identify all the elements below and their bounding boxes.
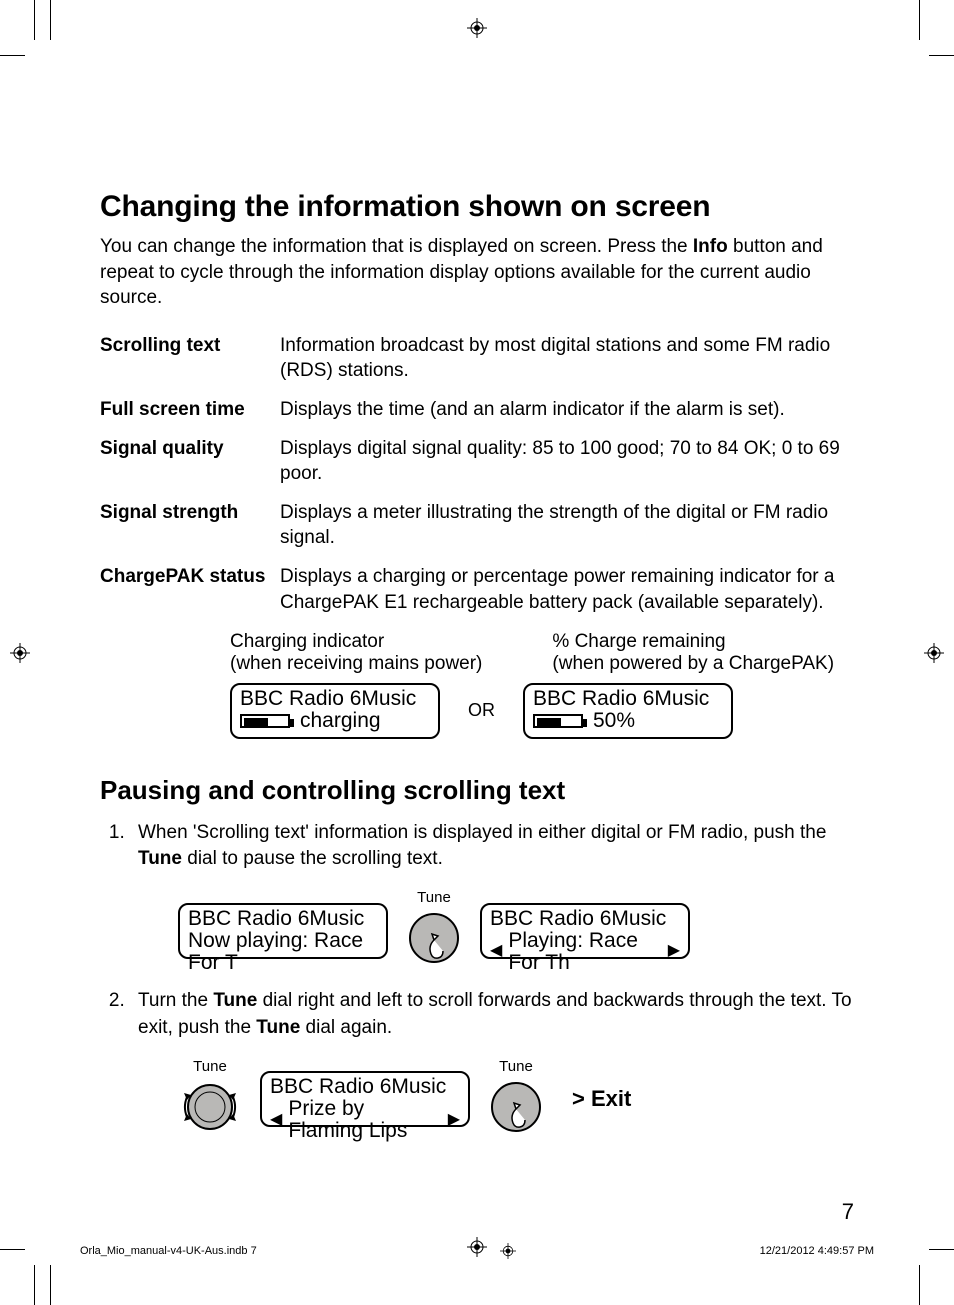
dial-label: Tune bbox=[406, 887, 462, 908]
lcd-line: BBC Radio 6Music bbox=[240, 688, 430, 710]
def-label: Signal quality bbox=[100, 432, 280, 496]
lcd-playing-paused: BBC Radio 6Music ◀Playing: Race For Th ▶ bbox=[480, 903, 690, 959]
definitions-table: Scrolling textInformation broadcast by m… bbox=[100, 329, 854, 625]
battery-icon bbox=[533, 714, 583, 728]
table-row: ChargePAK statusDisplays a charging or p… bbox=[100, 560, 854, 624]
heading-pausing: Pausing and controlling scrolling text bbox=[100, 775, 854, 806]
table-row: Scrolling textInformation broadcast by m… bbox=[100, 329, 854, 393]
dial-label: Tune bbox=[178, 1056, 242, 1077]
step-text: dial to pause the scrolling text. bbox=[182, 848, 443, 869]
lcd-line: ◀ Playing: Race For Th ▶ bbox=[490, 930, 680, 974]
step-1: When 'Scrolling text' information is dis… bbox=[130, 820, 854, 975]
tune-dial-label: Tune bbox=[213, 990, 257, 1011]
def-desc: Displays a meter illustrating the streng… bbox=[280, 496, 854, 560]
lcd-now-playing: BBC Radio 6Music Now playing: Race For T bbox=[178, 903, 388, 959]
footer-filename: Orla_Mio_manual-v4-UK-Aus.indb 7 bbox=[80, 1245, 257, 1257]
steps-list: When 'Scrolling text' information is dis… bbox=[100, 820, 854, 1144]
crop-mark bbox=[0, 1249, 25, 1250]
step-text: When 'Scrolling text' information is dis… bbox=[138, 822, 826, 843]
indicator-caption-right: % Charge remaining (when powered by a Ch… bbox=[552, 631, 834, 675]
registration-mark-icon bbox=[500, 1243, 516, 1259]
crop-mark bbox=[34, 0, 35, 40]
registration-mark-icon bbox=[924, 643, 944, 663]
lcd-line: BBC Radio 6Music bbox=[490, 908, 680, 930]
table-row: Full screen timeDisplays the time (and a… bbox=[100, 393, 854, 432]
caption-line: Charging indicator bbox=[230, 631, 482, 653]
def-desc: Displays a charging or percentage power … bbox=[280, 560, 854, 624]
lcd-line: Now playing: Race For T bbox=[188, 930, 378, 974]
def-label: Signal strength bbox=[100, 496, 280, 560]
lcd-line: BBC Radio 6Music bbox=[270, 1076, 460, 1098]
lcd-percent: BBC Radio 6Music 50% bbox=[523, 683, 733, 739]
arrow-right-icon: ▶ bbox=[448, 1112, 460, 1129]
crop-mark bbox=[919, 0, 920, 40]
step2-sequence: Tune BBC Radio 6Music ◀ bbox=[178, 1056, 854, 1144]
def-label: Scrolling text bbox=[100, 329, 280, 393]
dial-turn-icon bbox=[178, 1079, 242, 1135]
indicator-caption-left: Charging indicator (when receiving mains… bbox=[230, 631, 482, 675]
footer-timestamp: 12/21/2012 4:49:57 PM bbox=[760, 1245, 874, 1257]
info-button-label: Info bbox=[693, 236, 728, 257]
def-desc: Displays the time (and an alarm indicato… bbox=[280, 393, 854, 432]
def-desc: Information broadcast by most digital st… bbox=[280, 329, 854, 393]
print-footer: Orla_Mio_manual-v4-UK-Aus.indb 7 12/21/2… bbox=[80, 1243, 874, 1259]
tune-dial-push: Tune bbox=[488, 1056, 544, 1144]
lcd-examples-row: BBC Radio 6Music charging OR BBC Radio 6… bbox=[230, 683, 854, 739]
indicator-captions: Charging indicator (when receiving mains… bbox=[230, 631, 854, 675]
intro-paragraph: You can change the information that is d… bbox=[100, 234, 854, 311]
step1-sequence: BBC Radio 6Music Now playing: Race For T… bbox=[178, 887, 854, 975]
def-desc: Displays digital signal quality: 85 to 1… bbox=[280, 432, 854, 496]
lcd-charging: BBC Radio 6Music charging bbox=[230, 683, 440, 739]
step-text: dial again. bbox=[300, 1017, 392, 1038]
exit-label: > Exit bbox=[572, 1084, 631, 1115]
arrow-left-icon: ◀ bbox=[490, 943, 502, 960]
step-text: Turn the bbox=[138, 990, 213, 1011]
table-row: Signal strengthDisplays a meter illustra… bbox=[100, 496, 854, 560]
registration-mark-icon bbox=[467, 18, 487, 38]
battery-icon bbox=[240, 714, 290, 728]
crop-mark bbox=[929, 55, 954, 56]
crop-mark bbox=[929, 1249, 954, 1250]
def-label: Full screen time bbox=[100, 393, 280, 432]
dial-label: Tune bbox=[488, 1056, 544, 1077]
tune-dial-turn: Tune bbox=[178, 1056, 242, 1144]
lcd-text: charging bbox=[300, 710, 381, 732]
lcd-text: Playing: Race For Th bbox=[508, 930, 661, 974]
caption-line: % Charge remaining bbox=[552, 631, 834, 653]
arrow-left-icon: ◀ bbox=[270, 1112, 282, 1129]
dial-press-icon bbox=[488, 1079, 544, 1135]
arrow-right-icon: ▶ bbox=[668, 943, 680, 960]
heading-changing-info: Changing the information shown on screen bbox=[100, 190, 854, 224]
caption-line: (when powered by a ChargePAK) bbox=[552, 653, 834, 675]
lcd-text: Prize by Flaming Lips bbox=[288, 1098, 441, 1142]
page-number: 7 bbox=[842, 1199, 854, 1225]
caption-line: (when receiving mains power) bbox=[230, 653, 482, 675]
dial-press-icon bbox=[406, 910, 462, 966]
crop-mark bbox=[919, 1265, 920, 1305]
crop-mark bbox=[50, 0, 51, 40]
crop-mark bbox=[0, 55, 25, 56]
intro-text: You can change the information that is d… bbox=[100, 236, 693, 257]
lcd-line: ◀ Prize by Flaming Lips ▶ bbox=[270, 1098, 460, 1142]
lcd-prize: BBC Radio 6Music ◀Prize by Flaming Lips▶ bbox=[260, 1071, 470, 1127]
or-label: OR bbox=[468, 700, 495, 721]
registration-mark-icon bbox=[10, 643, 30, 663]
lcd-text: 50% bbox=[593, 710, 635, 732]
tune-dial-label: Tune bbox=[256, 1017, 300, 1038]
crop-mark bbox=[34, 1265, 35, 1305]
tune-dial-push: Tune bbox=[406, 887, 462, 975]
lcd-line: charging bbox=[240, 710, 430, 732]
lcd-line: 50% bbox=[533, 710, 723, 732]
lcd-line: BBC Radio 6Music bbox=[188, 908, 378, 930]
def-label: ChargePAK status bbox=[100, 560, 280, 624]
crop-mark bbox=[50, 1265, 51, 1305]
tune-dial-label: Tune bbox=[138, 848, 182, 869]
lcd-line: BBC Radio 6Music bbox=[533, 688, 723, 710]
step-2: Turn the Tune dial right and left to scr… bbox=[130, 988, 854, 1143]
table-row: Signal qualityDisplays digital signal qu… bbox=[100, 432, 854, 496]
